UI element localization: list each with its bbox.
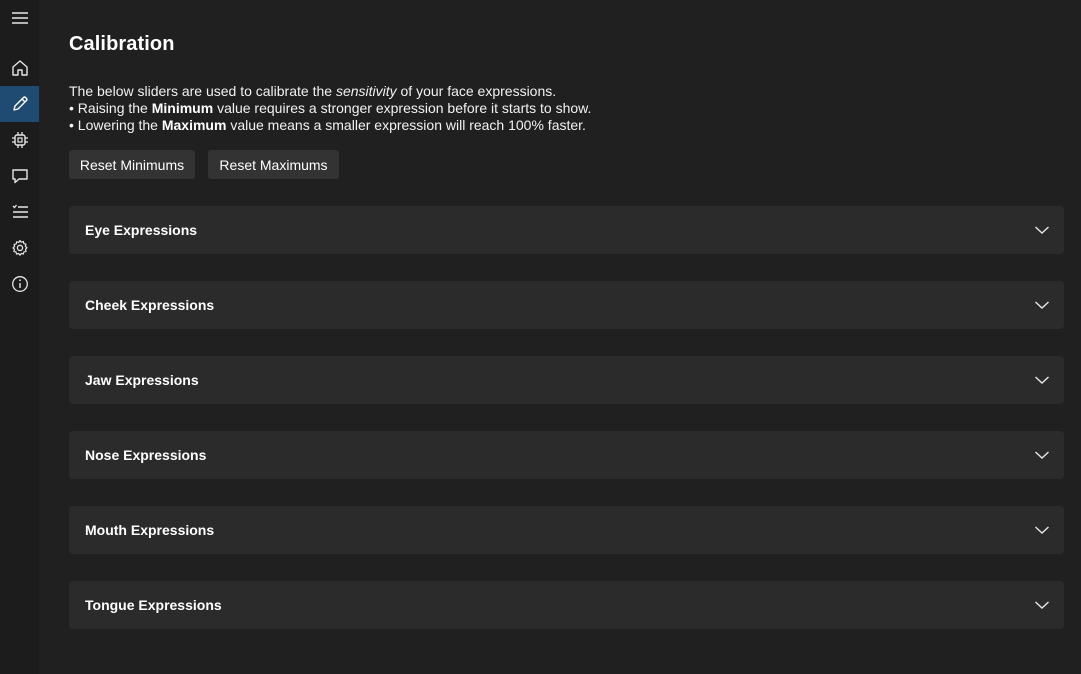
section-cheek-expressions[interactable]: Cheek Expressions: [69, 281, 1064, 329]
chat-icon: [11, 169, 28, 184]
sidebar-item-messages[interactable]: [0, 158, 39, 194]
section-label: Tongue Expressions: [85, 597, 222, 613]
description-line-3: • Lowering the Maximum value means a sma…: [69, 117, 586, 133]
chevron-down-icon: [1035, 451, 1049, 459]
section-nose-expressions[interactable]: Nose Expressions: [69, 431, 1064, 479]
section-label: Eye Expressions: [85, 222, 198, 238]
sidebar-item-home[interactable]: [0, 50, 39, 86]
sidebar: [0, 0, 39, 674]
reset-minimums-button[interactable]: Reset Minimums: [69, 150, 195, 179]
chevron-down-icon: [1035, 526, 1049, 534]
home-icon: [11, 60, 28, 76]
pencil-icon: [12, 96, 28, 111]
chip-icon: [11, 132, 28, 148]
sidebar-item-modules[interactable]: [0, 122, 39, 158]
section-label: Nose Expressions: [85, 447, 207, 463]
hamburger-menu-button[interactable]: [0, 0, 39, 36]
page-description: The below sliders are used to calibrate …: [69, 83, 591, 134]
sidebar-item-list[interactable]: [0, 194, 39, 230]
section-tongue-expressions[interactable]: Tongue Expressions: [69, 581, 1064, 629]
chevron-down-icon: [1035, 226, 1049, 234]
section-eye-expressions[interactable]: Eye Expressions: [69, 206, 1064, 254]
description-line-2: • Raising the Minimum value requires a s…: [69, 100, 592, 116]
section-jaw-expressions[interactable]: Jaw Expressions: [69, 356, 1064, 404]
description-line-1: The below sliders are used to calibrate …: [69, 83, 557, 99]
section-label: Mouth Expressions: [85, 522, 215, 538]
section-label: Jaw Expressions: [85, 372, 199, 388]
gear-icon: [11, 239, 28, 256]
chevron-down-icon: [1035, 376, 1049, 384]
sidebar-item-settings[interactable]: [0, 230, 39, 266]
chevron-down-icon: [1035, 601, 1049, 609]
sidebar-item-about[interactable]: [0, 266, 39, 302]
main-content: Calibration The below sliders are used t…: [39, 0, 1081, 674]
section-label: Cheek Expressions: [85, 297, 215, 313]
chevron-down-icon: [1035, 301, 1049, 309]
list-icon: [12, 204, 28, 218]
sidebar-item-calibration[interactable]: [0, 86, 39, 122]
section-mouth-expressions[interactable]: Mouth Expressions: [69, 506, 1064, 554]
page-title: Calibration: [69, 33, 175, 55]
app-window: Calibration The below sliders are used t…: [0, 0, 1081, 674]
reset-maximums-button[interactable]: Reset Maximums: [208, 150, 339, 179]
hamburger-menu-icon: [11, 12, 28, 24]
info-icon: [11, 276, 28, 292]
